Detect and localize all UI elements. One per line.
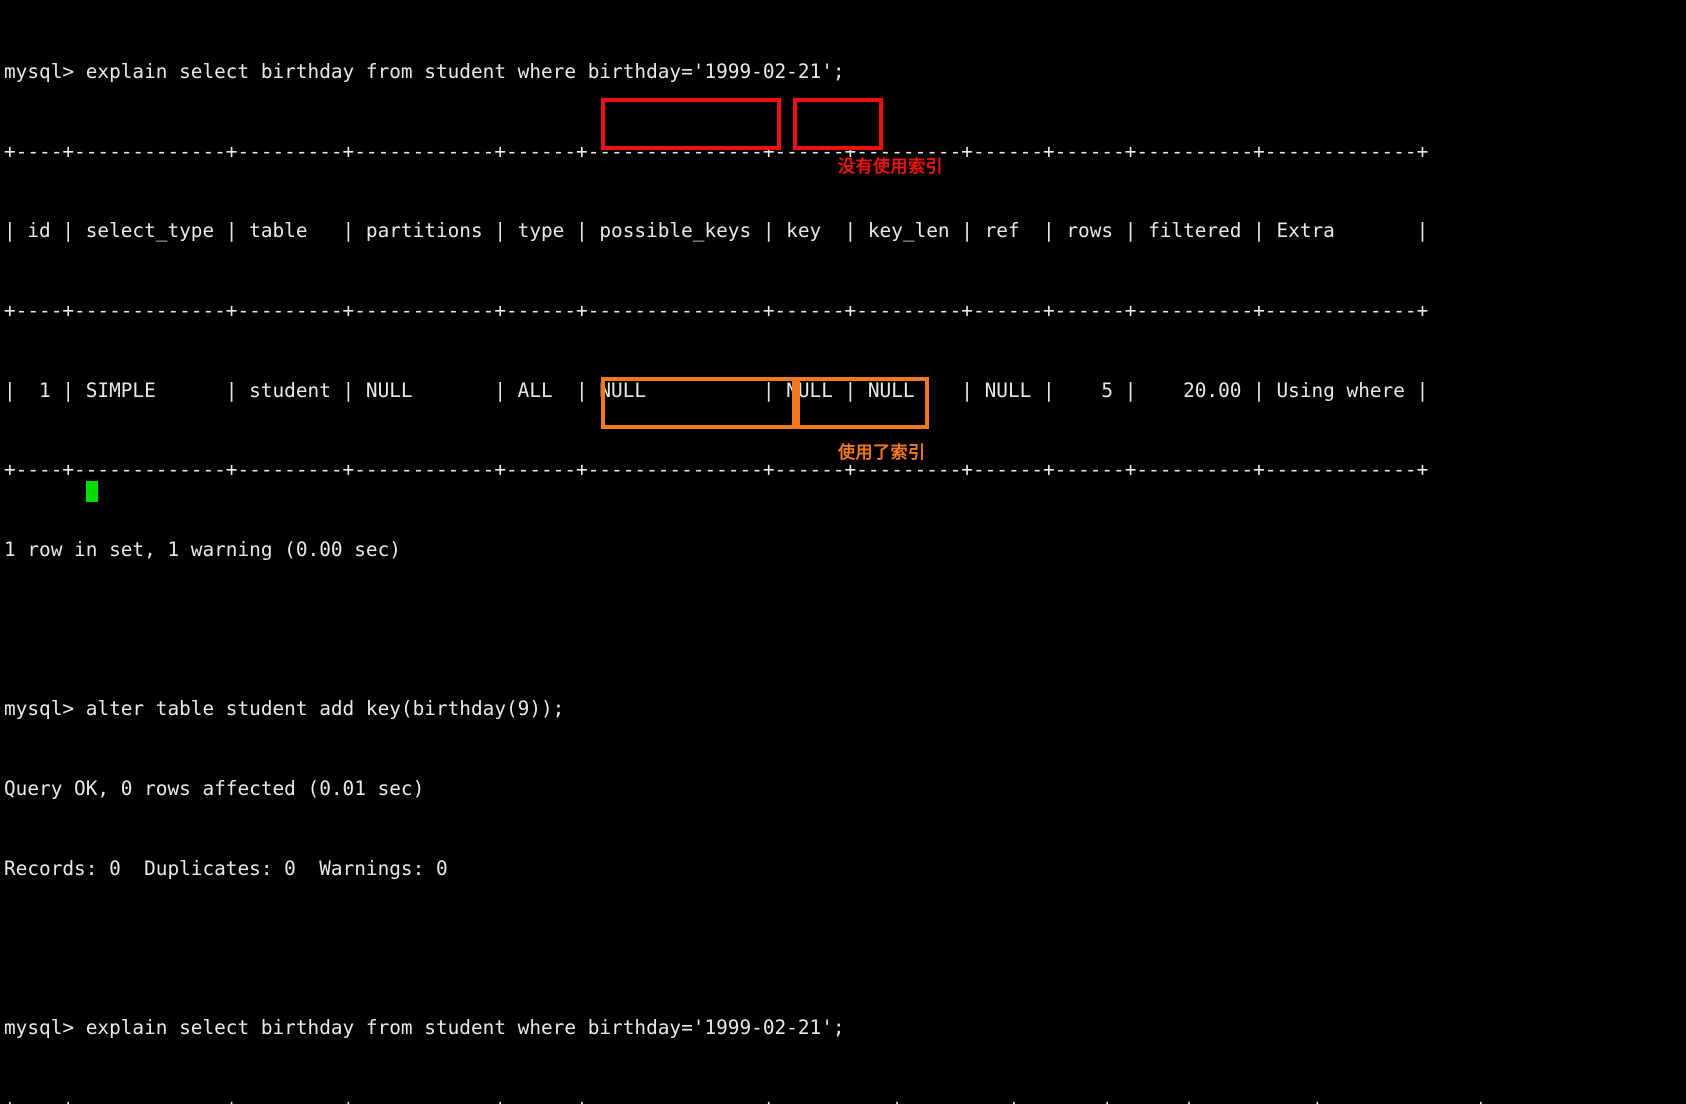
terminal-line: +----+-------------+---------+----------… — [4, 458, 1429, 482]
terminal-line: mysql> alter table student add key(birth… — [4, 697, 565, 721]
terminal-line: Records: 0 Duplicates: 0 Warnings: 0 — [4, 856, 448, 880]
terminal-line: | id | select_type | table | partitions … — [4, 219, 1429, 243]
annotation-label-uses-index: 使用了索引 — [838, 443, 926, 463]
terminal-cursor — [86, 481, 98, 502]
terminal-line: mysql> explain select birthday from stud… — [4, 1015, 845, 1039]
terminal-line: | 1 | SIMPLE | student | NULL | ALL | NU… — [4, 378, 1429, 402]
terminal-line: Query OK, 0 rows affected (0.01 sec) — [4, 776, 425, 800]
terminal-line: +----+-------------+---------+----------… — [4, 299, 1429, 323]
terminal-line: mysql> explain select birthday from stud… — [4, 60, 845, 84]
terminal-output: mysql> explain select birthday from stud… — [4, 6, 1487, 1104]
annotation-label-no-index: 没有使用索引 — [838, 157, 943, 177]
terminal-line: +----+-------------+---------+----------… — [4, 139, 1429, 163]
terminal-line: 1 row in set, 1 warning (0.00 sec) — [4, 537, 401, 561]
terminal-window[interactable]: mysql> explain select birthday from stud… — [0, 0, 1686, 1104]
terminal-line: +----+-------------+---------+----------… — [4, 1094, 1487, 1104]
